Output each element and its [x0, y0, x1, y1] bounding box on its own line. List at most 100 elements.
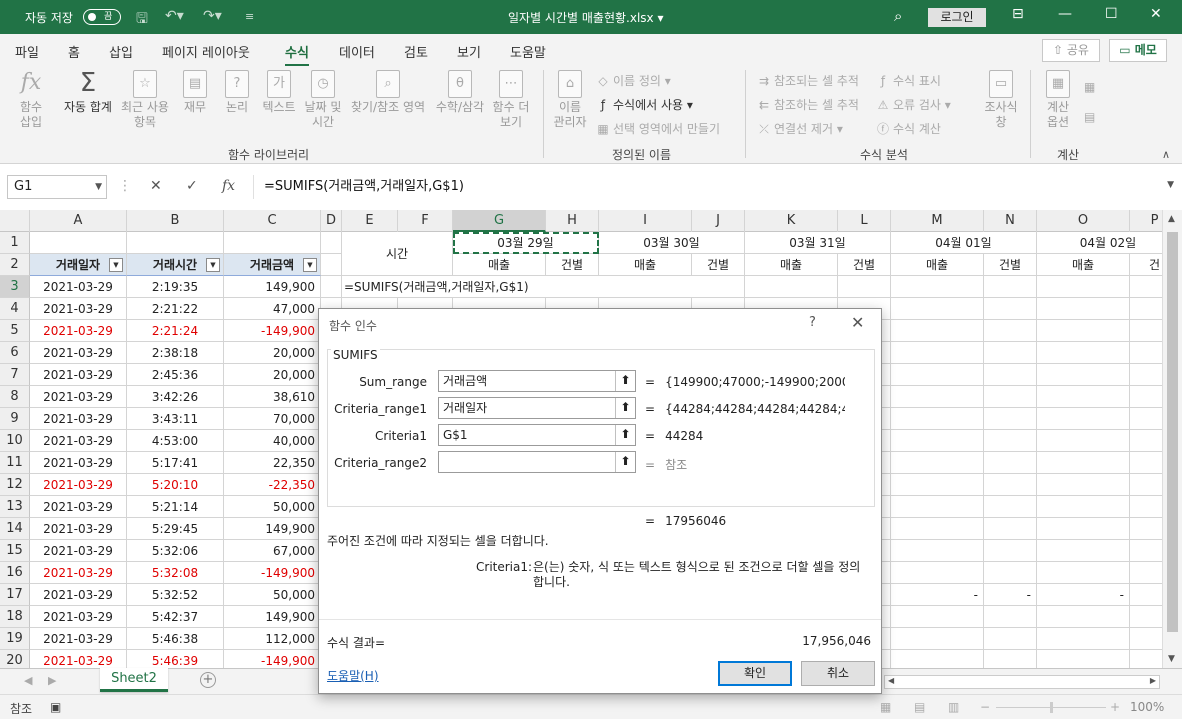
enter-formula-icon[interactable]: ✓: [186, 178, 198, 194]
empty-cell[interactable]: [1037, 276, 1130, 298]
empty-cell[interactable]: [1037, 386, 1130, 408]
empty-cell[interactable]: [891, 606, 984, 628]
recent-functions-button[interactable]: ☆ 최근 사용 항목: [118, 70, 172, 130]
empty-cell[interactable]: [984, 474, 1037, 496]
amount-cell[interactable]: 20,000: [224, 364, 321, 386]
date-cell[interactable]: 2021-03-29: [30, 496, 127, 518]
empty-cell[interactable]: [1037, 606, 1130, 628]
share-button[interactable]: ⇧ 공유: [1042, 39, 1100, 62]
column-header[interactable]: P: [1130, 210, 1162, 232]
insert-function-icon[interactable]: fx: [222, 178, 235, 194]
lookup-button[interactable]: ⌕ 찾기/참조 영역: [346, 70, 430, 115]
amount-cell[interactable]: 40,000: [224, 430, 321, 452]
count-header[interactable]: 건: [1130, 254, 1162, 276]
date-cell[interactable]: 2021-03-29: [30, 430, 127, 452]
time-cell[interactable]: 2:38:18: [127, 342, 224, 364]
evaluate-formula-button[interactable]: ⓕ 수식 계산: [876, 120, 941, 137]
financial-button[interactable]: ▤ 재무: [180, 70, 210, 115]
time-cell[interactable]: 5:21:14: [127, 496, 224, 518]
cancel-formula-icon[interactable]: ✕: [150, 178, 162, 194]
zoom-out-icon[interactable]: −: [980, 700, 990, 714]
memo-button[interactable]: ▭ 메모: [1109, 39, 1167, 62]
time-cell[interactable]: 3:43:11: [127, 408, 224, 430]
date-cell[interactable]: 2021-03-29: [30, 628, 127, 650]
math-button[interactable]: θ 수학/삼각: [432, 70, 488, 115]
empty-cell[interactable]: [1130, 364, 1162, 386]
minimize-button[interactable]: —: [1058, 6, 1072, 22]
add-sheet-icon[interactable]: +: [200, 672, 216, 688]
row-header[interactable]: 5: [0, 320, 30, 342]
empty-cell[interactable]: [1037, 496, 1130, 518]
row-header[interactable]: 6: [0, 342, 30, 364]
empty-cell[interactable]: [1130, 386, 1162, 408]
column-header[interactable]: O: [1037, 210, 1130, 232]
editing-cell[interactable]: =SUMIFS(거래금액,거래일자,G$1): [342, 276, 745, 298]
empty-cell[interactable]: [1037, 364, 1130, 386]
count-header[interactable]: 건별: [984, 254, 1037, 276]
autosave-toggle[interactable]: 끔: [83, 9, 121, 25]
cell-c1[interactable]: [224, 232, 321, 254]
ribbon-display-icon[interactable]: ⊟: [1012, 6, 1024, 22]
sales-header[interactable]: 매출: [745, 254, 838, 276]
row-header[interactable]: 3: [0, 276, 30, 298]
empty-cell[interactable]: [1037, 474, 1130, 496]
row-header[interactable]: 10: [0, 430, 30, 452]
empty-cell[interactable]: [1130, 562, 1162, 584]
empty-cell[interactable]: [984, 540, 1037, 562]
column-header[interactable]: A: [30, 210, 127, 232]
insert-function-button[interactable]: fx 함수 삽입: [14, 70, 48, 130]
normal-view-icon[interactable]: ▦: [880, 700, 891, 714]
empty-cell[interactable]: [1130, 650, 1162, 668]
row-header[interactable]: 9: [0, 408, 30, 430]
row-header[interactable]: 15: [0, 540, 30, 562]
date-cell[interactable]: 2021-03-29: [30, 276, 127, 298]
time-cell[interactable]: 5:32:06: [127, 540, 224, 562]
column-header[interactable]: C: [224, 210, 321, 232]
empty-cell[interactable]: [1037, 628, 1130, 650]
date-cell[interactable]: 2021-03-29: [30, 562, 127, 584]
document-title[interactable]: 일자별 시간별 매출현황.xlsx ▾: [508, 9, 663, 26]
time-cell[interactable]: 5:42:37: [127, 606, 224, 628]
time-cell[interactable]: 2:19:35: [127, 276, 224, 298]
empty-cell[interactable]: [984, 320, 1037, 342]
empty-cell[interactable]: -: [984, 584, 1037, 606]
zoom-in-icon[interactable]: +: [1110, 700, 1120, 714]
macro-record-icon[interactable]: ▣: [50, 700, 61, 714]
empty-cell[interactable]: [1130, 298, 1162, 320]
date-cell[interactable]: 2021-03-29: [30, 518, 127, 540]
show-formulas-button[interactable]: ƒ 수식 표시: [876, 72, 941, 89]
column-header[interactable]: H: [546, 210, 599, 232]
empty-cell[interactable]: [984, 276, 1037, 298]
empty-cell[interactable]: [891, 518, 984, 540]
empty-cell[interactable]: [1037, 452, 1130, 474]
empty-cell[interactable]: [984, 364, 1037, 386]
empty-cell[interactable]: [1130, 628, 1162, 650]
date-cell[interactable]: 2021-03-29: [30, 540, 127, 562]
amount-cell[interactable]: 47,000: [224, 298, 321, 320]
amount-cell[interactable]: 50,000: [224, 496, 321, 518]
sum-range-input[interactable]: 거래금액 ⬆: [438, 370, 636, 392]
date-header-g1[interactable]: 03월 29일: [453, 232, 599, 254]
criteria1-input[interactable]: G$1 ⬆: [438, 424, 636, 446]
calc-now-icon[interactable]: ▦: [1084, 80, 1095, 94]
zoom-slider-thumb[interactable]: [1050, 702, 1053, 713]
time-cell[interactable]: 2:21:24: [127, 320, 224, 342]
amount-cell[interactable]: 149,900: [224, 276, 321, 298]
empty-cell[interactable]: [1037, 430, 1130, 452]
row-header[interactable]: 20: [0, 650, 30, 668]
trace-dependents-button[interactable]: ⇇ 참조하는 셀 추적: [757, 96, 859, 113]
more-functions-button[interactable]: ⋯ 함수 더 보기: [490, 70, 532, 130]
redo-icon[interactable]: ↷▾: [203, 8, 222, 24]
empty-cell[interactable]: [984, 606, 1037, 628]
empty-cell[interactable]: [1130, 584, 1162, 606]
empty-cell[interactable]: [1037, 342, 1130, 364]
row-header[interactable]: 13: [0, 496, 30, 518]
row-header[interactable]: 4: [0, 298, 30, 320]
expand-formula-icon[interactable]: ▼: [1167, 180, 1174, 190]
amount-cell[interactable]: 22,350: [224, 452, 321, 474]
undo-icon[interactable]: ↶▾: [165, 8, 184, 24]
vertical-scrollbar[interactable]: ▲ ▼: [1162, 210, 1182, 668]
tab-view[interactable]: 보기: [457, 42, 481, 61]
empty-cell[interactable]: [984, 518, 1037, 540]
empty-cell[interactable]: [984, 386, 1037, 408]
